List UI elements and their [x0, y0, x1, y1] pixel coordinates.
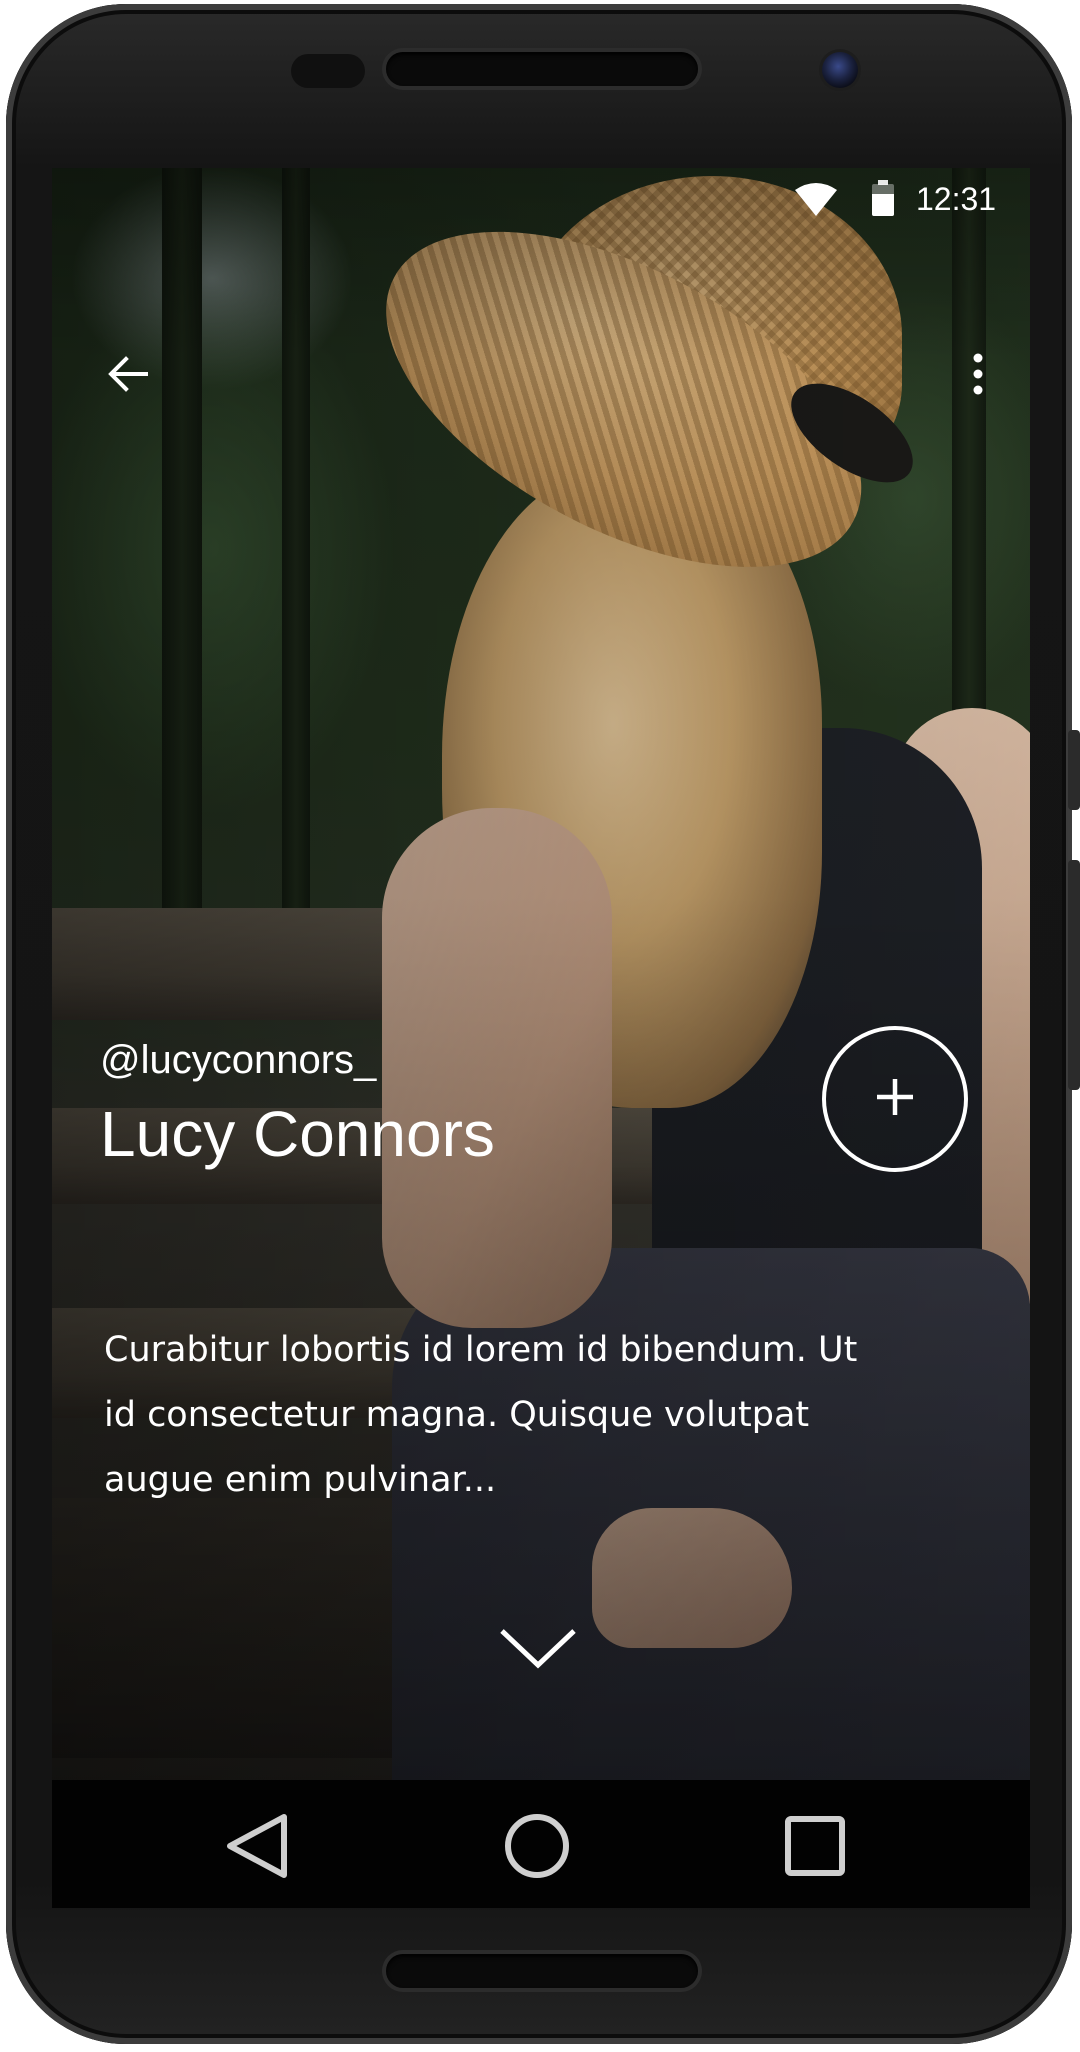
battery-fill: [872, 193, 894, 216]
status-bar: 12:31: [52, 168, 1030, 232]
back-button[interactable]: [92, 340, 164, 412]
overflow-menu-button[interactable]: [942, 340, 1014, 412]
screen: 12:31 @lucyconnors_ Lucy Connors Curabit…: [52, 168, 1030, 1908]
bio-line: Curabitur lobortis id lorem id bibendum.…: [104, 1330, 858, 1370]
profile-bio: Curabitur lobortis id lorem id bibendum.…: [104, 1318, 964, 1513]
bio-line: id consectetur magna. Quisque volutpat: [104, 1395, 810, 1435]
nav-home-circle-icon: [502, 1811, 572, 1885]
chevron-down-icon: [498, 1625, 578, 1675]
profile-handle: @lucyconnors_: [100, 1038, 377, 1082]
expand-bio-button[interactable]: [488, 1610, 588, 1690]
follow-button[interactable]: [822, 1026, 968, 1172]
nav-recents-button[interactable]: [760, 1800, 870, 1896]
system-nav-bar: [52, 1780, 1030, 1908]
nav-recents-square-icon: [783, 1814, 847, 1882]
more-vert-icon: [972, 353, 984, 399]
profile-name: Lucy Connors: [100, 1098, 495, 1170]
battery-icon: [872, 180, 896, 216]
arrow-back-icon: [106, 354, 150, 398]
bottom-speaker: [386, 1954, 698, 1988]
plus-icon: [875, 1077, 915, 1121]
top-speaker: [386, 52, 698, 86]
volume-button: [1068, 860, 1080, 1090]
nav-back-triangle-icon: [222, 1811, 292, 1885]
bio-line: augue enim pulvinar...: [104, 1460, 497, 1500]
wifi-icon: [794, 182, 838, 218]
battery-shell: [872, 184, 894, 216]
nav-back-button[interactable]: [202, 1800, 312, 1896]
photo-scrim: [52, 168, 1030, 1780]
front-camera: [822, 52, 858, 88]
proximity-sensor: [291, 54, 365, 88]
nav-home-button[interactable]: [482, 1800, 592, 1896]
power-button: [1068, 730, 1080, 810]
status-clock: 12:31: [916, 181, 997, 217]
